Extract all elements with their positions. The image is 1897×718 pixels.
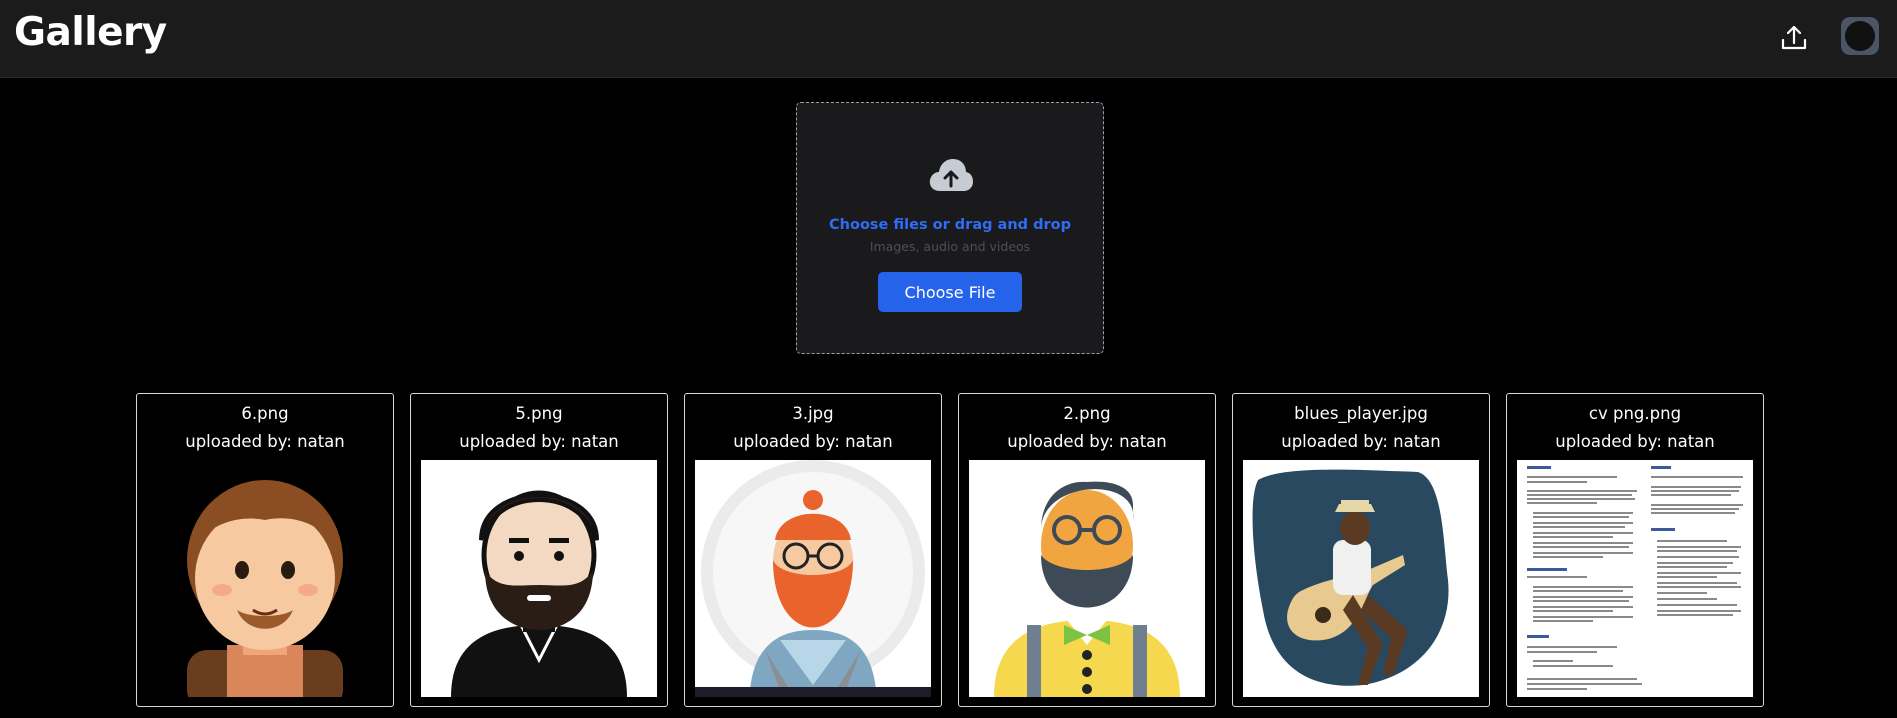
user-avatar[interactable] [1841,17,1879,55]
upload-button[interactable] [1778,20,1810,54]
image-thumbnail[interactable] [695,460,931,697]
file-dropzone[interactable]: Choose files or drag and drop Images, au… [796,102,1104,354]
image-thumbnail[interactable] [969,460,1205,697]
image-thumbnail[interactable] [147,460,383,697]
uploader-label: uploaded by: natan [459,432,619,451]
uploader-label: uploaded by: natan [1007,432,1167,451]
uploader-label: uploaded by: natan [185,432,345,451]
file-name: 6.png [241,404,289,423]
avatar-image [1845,21,1875,51]
gallery-card[interactable]: 6.png uploaded by: natan [136,393,394,707]
gallery-card[interactable]: 3.jpg uploaded by: natan [684,393,942,707]
gallery-card[interactable]: cv png.png uploaded by: natan [1506,393,1764,707]
choose-file-button[interactable]: Choose File [878,272,1022,312]
upload-icon [1781,25,1807,50]
dropzone-title[interactable]: Choose files or drag and drop [797,217,1103,233]
app-title: Gallery [14,10,167,55]
file-name: blues_player.jpg [1294,404,1428,423]
image-thumbnail[interactable] [1243,460,1479,697]
file-name: 5.png [515,404,563,423]
file-name: 3.jpg [792,404,834,423]
cloud-upload-icon [929,159,973,191]
gallery-card[interactable]: 2.png uploaded by: natan [958,393,1216,707]
file-name: 2.png [1063,404,1111,423]
dropzone-subtitle: Images, audio and videos [869,239,1031,254]
gallery-card[interactable]: 5.png uploaded by: natan [410,393,668,707]
image-thumbnail[interactable] [1517,460,1753,697]
file-name: cv png.png [1588,404,1682,423]
uploader-label: uploaded by: natan [1281,432,1441,451]
gallery-card[interactable]: blues_player.jpg uploaded by: natan [1232,393,1490,707]
image-thumbnail[interactable] [421,460,657,697]
uploader-label: uploaded by: natan [733,432,893,451]
uploader-label: uploaded by: natan [1555,432,1715,451]
top-bar: Gallery [0,0,1897,78]
